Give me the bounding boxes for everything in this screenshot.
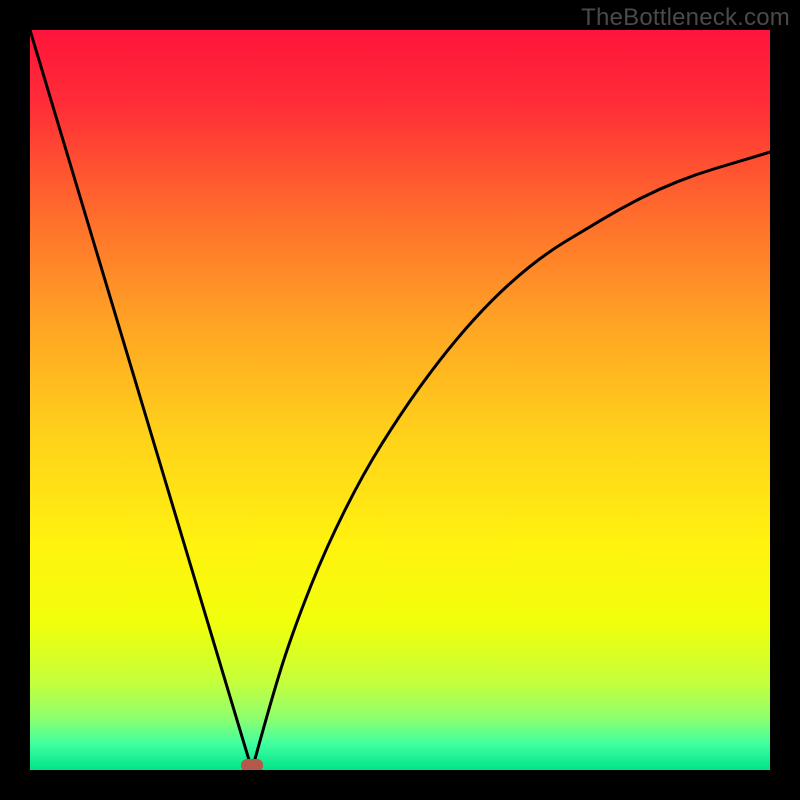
plot-area (30, 30, 770, 770)
watermark-text: TheBottleneck.com (581, 4, 790, 32)
chart-svg (30, 30, 770, 770)
optimal-marker (241, 759, 263, 770)
chart-frame: TheBottleneck.com (0, 0, 800, 800)
